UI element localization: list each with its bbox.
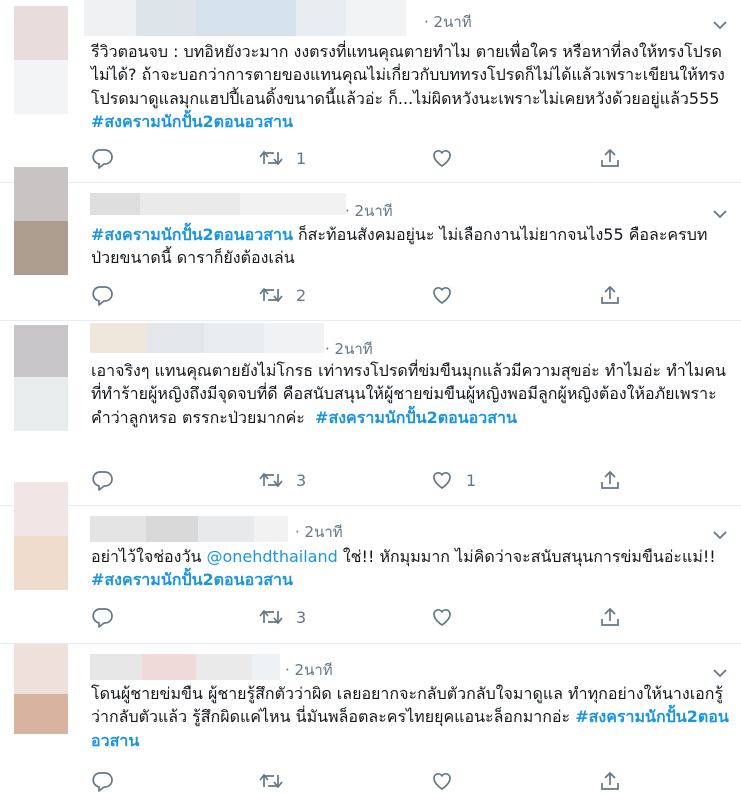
avatar[interactable] — [14, 6, 68, 114]
like-count: 1 — [466, 470, 477, 490]
hashtag-link[interactable]: #สงครามนักปั้น2ตอนอวสาน — [315, 408, 517, 427]
mention-link[interactable]: @onehdthailand — [206, 547, 337, 566]
tweet[interactable]: · 2นาที รีวิวตอนจบ : บทอิหยังวะมาก งงตรง… — [0, 0, 741, 183]
tweet-actions: 2 — [90, 282, 630, 308]
avatar[interactable] — [14, 167, 68, 275]
share-button[interactable] — [598, 768, 622, 794]
heart-icon — [430, 469, 454, 491]
reply-button[interactable] — [90, 145, 114, 171]
like-button[interactable] — [430, 282, 466, 308]
tweet-timestamp[interactable]: · 2นาที — [285, 658, 333, 682]
tweet[interactable]: · 2นาที อย่าไว้ใจช่องวัน @onehdthailand … — [0, 482, 741, 644]
share-button[interactable] — [598, 467, 622, 493]
avatar[interactable] — [14, 325, 68, 431]
retweet-button[interactable] — [258, 768, 296, 794]
retweet-count: 1 — [296, 148, 307, 168]
heart-icon — [430, 147, 454, 169]
tweet-timestamp[interactable]: · 2นาที — [295, 520, 343, 544]
tweet-text-segment: อย่าไว้ใจช่องวัน — [91, 547, 207, 566]
chevron-down-icon[interactable] — [711, 205, 729, 219]
tweet-text-segment: ใช่!! หักมุมมาก ไม่คิดว่าจะสนับสนุนการข่… — [337, 547, 721, 566]
tweet[interactable]: · 2นาที โดนผู้ชายข่มขืน ผู้ชายรู้สึกตัวว… — [0, 644, 741, 792]
reply-icon — [90, 284, 114, 306]
tweet-text-segment: รีวิวตอนจบ : บทอิหยังวะมาก งงตรงที่แทนคุ… — [91, 42, 725, 108]
author-name-blurred[interactable] — [90, 654, 280, 680]
chevron-down-icon[interactable] — [711, 16, 729, 30]
tweet-text: รีวิวตอนจบ : บทอิหยังวะมาก งงตรงที่แทนคุ… — [91, 40, 729, 134]
tweet-timestamp[interactable]: · 2นาที — [424, 10, 472, 34]
tweet-actions: 1 — [90, 145, 630, 171]
reply-icon — [90, 770, 114, 792]
like-button[interactable]: 1 — [430, 467, 476, 493]
share-button[interactable] — [598, 145, 622, 171]
tweet-actions — [90, 768, 630, 794]
like-button[interactable] — [430, 768, 466, 794]
heart-icon — [430, 770, 454, 792]
share-icon — [598, 284, 622, 306]
author-name-blurred[interactable] — [90, 516, 288, 542]
tweet-actions: 3 — [90, 604, 630, 630]
tweet-actions: 31 — [90, 467, 630, 493]
retweet-button[interactable]: 3 — [258, 467, 306, 493]
avatar[interactable] — [14, 644, 68, 734]
share-button[interactable] — [598, 282, 622, 308]
tweet-text: อย่าไว้ใจช่องวัน @onehdthailand ใช่!! หั… — [91, 545, 729, 592]
reply-button[interactable] — [90, 768, 114, 794]
hashtag-link[interactable]: #สงครามนักปั้น2ตอนอวสาน — [91, 225, 293, 244]
retweet-count: 2 — [296, 285, 307, 305]
hashtag-link[interactable]: #สงครามนักปั้น2ตอนอวสาน — [91, 112, 293, 131]
reply-icon — [90, 469, 114, 491]
retweet-icon — [258, 606, 284, 628]
author-name-blurred[interactable] — [90, 323, 324, 353]
retweet-button[interactable]: 3 — [258, 604, 306, 630]
like-button[interactable] — [430, 145, 466, 171]
share-icon — [598, 469, 622, 491]
heart-icon — [430, 606, 454, 628]
reply-button[interactable] — [90, 604, 114, 630]
reply-icon — [90, 147, 114, 169]
avatar[interactable] — [14, 482, 68, 590]
tweet[interactable]: · 2นาที เอาจริงๆ แทนคุณตายยังไม่โกรธ เท่… — [0, 321, 741, 506]
retweet-count: 3 — [296, 607, 307, 627]
reply-icon — [90, 606, 114, 628]
share-button[interactable] — [598, 604, 622, 630]
tweet[interactable]: · 2นาที #สงครามนักปั้น2ตอนอวสาน ก็สะท้อน… — [0, 167, 741, 321]
share-icon — [598, 147, 622, 169]
author-name-blurred[interactable] — [90, 193, 346, 215]
share-icon — [598, 770, 622, 792]
retweet-icon — [258, 469, 284, 491]
chevron-down-icon[interactable] — [711, 526, 729, 540]
retweet-icon — [258, 770, 284, 792]
retweet-count: 3 — [296, 470, 307, 490]
retweet-icon — [258, 147, 284, 169]
reply-button[interactable] — [90, 467, 114, 493]
retweet-icon — [258, 284, 284, 306]
share-icon — [598, 606, 622, 628]
tweet-timestamp[interactable]: · 2นาที — [345, 199, 393, 223]
retweet-button[interactable]: 1 — [258, 145, 306, 171]
tweet-timestamp[interactable]: · 2นาที — [325, 337, 373, 361]
like-button[interactable] — [430, 604, 466, 630]
chevron-down-icon[interactable] — [711, 664, 729, 678]
retweet-button[interactable]: 2 — [258, 282, 306, 308]
tweet-text: เอาจริงๆ แทนคุณตายยังไม่โกรธ เท่าทรงโปรด… — [91, 359, 729, 429]
tweet-text: โดนผู้ชายข่มขืน ผู้ชายรู้สึกตัวว่าผิด เล… — [91, 682, 729, 752]
reply-button[interactable] — [90, 282, 114, 308]
author-name-blurred[interactable] — [84, 0, 406, 36]
tweet-text: #สงครามนักปั้น2ตอนอวสาน ก็สะท้อนสังคมอยู… — [91, 223, 729, 270]
heart-icon — [430, 284, 454, 306]
hashtag-link[interactable]: #สงครามนักปั้น2ตอนอวสาน — [91, 570, 293, 589]
